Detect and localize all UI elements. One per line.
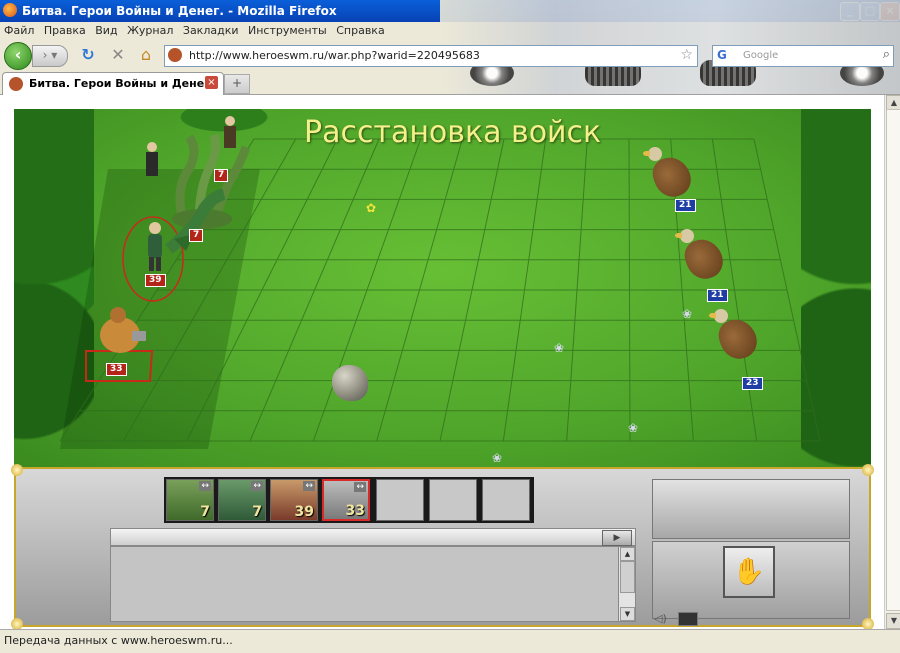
swap-arrow-icon: ↔ [251, 481, 263, 491]
unit-count-badge: 7 [189, 229, 204, 242]
unit-elf-archer[interactable] [142, 221, 168, 273]
scroll-thumb[interactable] [886, 109, 900, 611]
yellow-flower-icon: ✿ [366, 201, 377, 215]
window-title: Битва. Герои Войны и Денег. - Mozilla Fi… [22, 4, 337, 18]
status-text: Передача данных с www.heroeswm.ru... [4, 634, 233, 647]
scroll-up-arrow[interactable]: ▲ [620, 547, 635, 561]
search-icon[interactable]: ⌕ [883, 47, 890, 62]
reload-icon[interactable]: ↻ [78, 45, 98, 65]
site-favicon [168, 48, 182, 62]
unit-giant-eagle[interactable] [675, 229, 728, 285]
unit-count-badge: 7 [214, 169, 229, 182]
google-engine-icon[interactable]: G [717, 48, 727, 62]
swap-arrow-icon: ↔ [354, 482, 366, 492]
defend-button[interactable]: ✋ [723, 546, 775, 598]
scroll-thumb[interactable] [620, 561, 635, 593]
queue-slot-minotaur-active[interactable]: ↔ 33 [322, 479, 370, 521]
menu-bookmarks[interactable]: Закладки [183, 22, 239, 37]
queue-slot-empty [482, 479, 530, 521]
menu-history[interactable]: Журнал [127, 22, 173, 37]
site-favicon [9, 77, 23, 91]
white-flower-icon: ❀ [628, 421, 639, 435]
url-text: http://www.heroeswm.ru/war.php?warid=220… [189, 49, 480, 62]
battle-log: ▲ ▼ [110, 546, 636, 622]
unit-small-figure [146, 142, 158, 176]
queue-count: 7 [252, 504, 262, 520]
status-bar: Передача данных с www.heroeswm.ru... [0, 629, 900, 653]
unit-count-badge: 23 [742, 377, 763, 390]
battlefield[interactable]: Расстановка войск 7 7 39 33 21 21 23 ✿ ❀… [14, 109, 871, 467]
menu-bar: Файл Правка Вид Журнал Закладки Инструме… [0, 22, 900, 40]
queue-slot-empty [429, 479, 477, 521]
corner-ornament-icon [862, 464, 874, 476]
queue-count: 39 [294, 504, 314, 520]
queue-slot-hydra[interactable]: ↔ 7 [166, 479, 214, 521]
menu-view[interactable]: Вид [95, 22, 117, 37]
tab-battle[interactable]: Битва. Герои Войны и Денег. × [2, 72, 224, 95]
gauntlet-icon: ✋ [732, 557, 766, 587]
unit-count-badge: 21 [675, 199, 696, 212]
white-flower-icon: ❀ [492, 451, 503, 465]
back-button[interactable]: ‹ [4, 42, 32, 70]
firefox-icon [3, 3, 17, 17]
battle-heading: Расстановка войск [304, 115, 602, 150]
queue-slot-empty [376, 479, 424, 521]
corner-ornament-icon [11, 464, 23, 476]
queue-count: 7 [200, 504, 210, 520]
new-tab-button[interactable]: + [224, 74, 250, 94]
unit-giant-eagle[interactable] [643, 147, 696, 203]
white-flower-icon: ❀ [682, 307, 693, 321]
unit-count-badge: 33 [106, 363, 127, 376]
unit-info-box [652, 479, 850, 539]
unit-count-badge: 39 [145, 274, 166, 287]
menu-file[interactable]: Файл [4, 22, 34, 37]
page-scrollbar[interactable]: ▲ ▼ [884, 95, 900, 629]
unit-minotaur[interactable] [94, 305, 150, 359]
url-bar[interactable]: http://www.heroeswm.ru/war.php?warid=220… [164, 45, 698, 67]
unit-small-figure [224, 116, 236, 148]
back-arrow-icon: ‹ [14, 45, 22, 64]
tab-label: Битва. Герои Войны и Денег. [29, 77, 215, 90]
play-arrow-icon: ▶ [613, 533, 621, 543]
forward-button[interactable]: › ▾ [32, 45, 68, 67]
menu-tools[interactable]: Инструменты [248, 22, 327, 37]
home-icon[interactable]: ⌂ [136, 45, 156, 65]
search-placeholder: Google [743, 50, 779, 61]
forward-arrow-icon: › ▾ [42, 48, 58, 62]
monitor-icon[interactable] [678, 612, 698, 626]
chat-input[interactable]: ▶ [110, 528, 636, 546]
unit-green-dragon[interactable] [164, 189, 234, 259]
rock-obstacle [332, 365, 368, 401]
grid-column-line [628, 138, 631, 442]
close-tab-icon[interactable]: × [205, 76, 218, 89]
menu-edit[interactable]: Правка [44, 22, 86, 37]
white-flower-icon: ❀ [554, 341, 565, 355]
queue-slot-dragon[interactable]: ↔ 7 [218, 479, 266, 521]
send-button[interactable]: ▶ [602, 530, 632, 546]
menu-help[interactable]: Справка [336, 22, 384, 37]
scroll-down-arrow[interactable]: ▼ [886, 613, 900, 629]
bookmark-star-icon[interactable]: ☆ [680, 47, 693, 63]
unit-giant-eagle[interactable] [709, 309, 762, 365]
sound-icon[interactable]: ◁) [654, 612, 670, 625]
scroll-down-arrow[interactable]: ▼ [620, 607, 635, 621]
log-scrollbar[interactable]: ▲ ▼ [618, 547, 635, 621]
unit-count-badge: 21 [707, 289, 728, 302]
search-box[interactable]: G Google ⌕ [712, 45, 894, 67]
stop-icon[interactable]: ✕ [108, 45, 128, 65]
queue-count: 33 [345, 503, 365, 519]
swap-arrow-icon: ↔ [199, 481, 211, 491]
swap-arrow-icon: ↔ [303, 481, 315, 491]
queue-slot-elf[interactable]: ↔ 39 [270, 479, 318, 521]
